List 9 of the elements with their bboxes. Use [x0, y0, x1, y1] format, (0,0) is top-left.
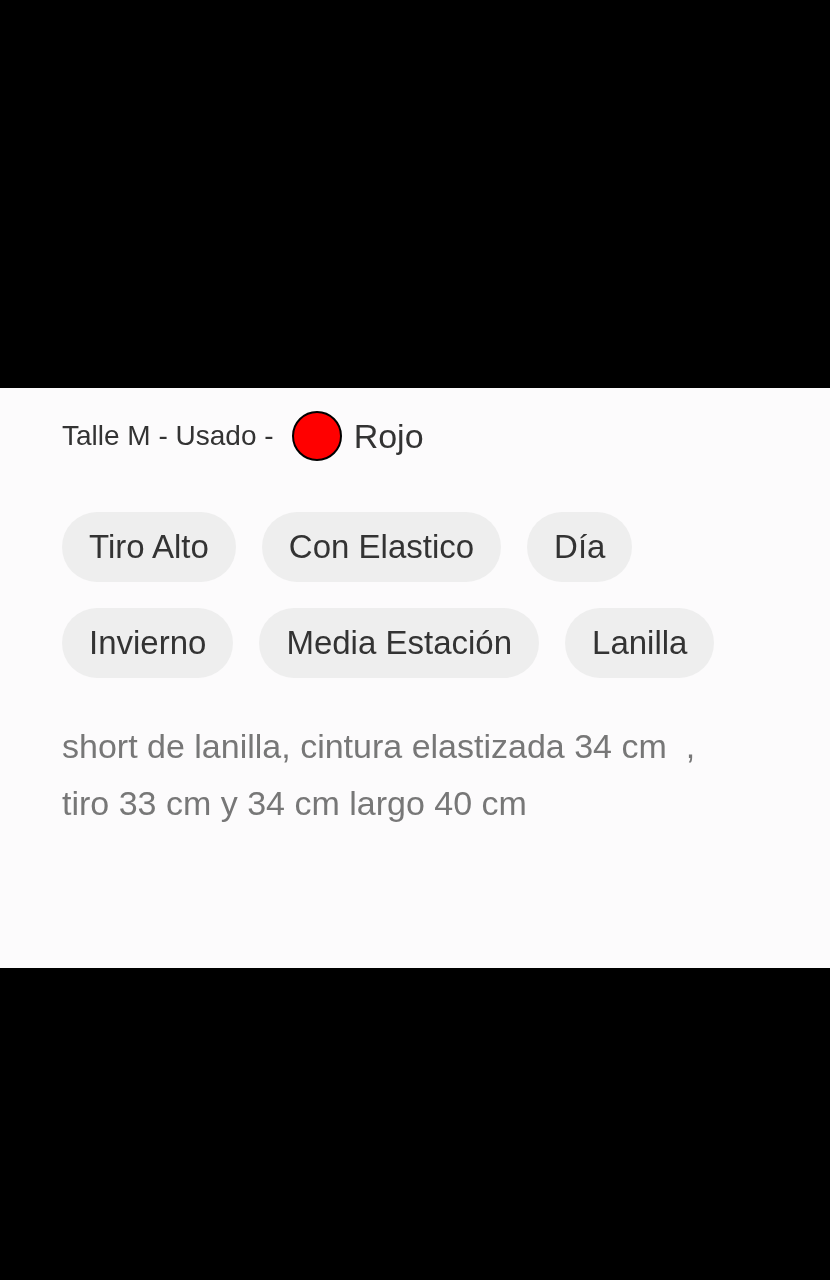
tag-chip: Con Elastico: [261, 512, 502, 582]
color-name: Rojo: [353, 415, 424, 457]
description-text: short de lanilla, cintura elastizada 34 cm , tiro 33 cm y 34 cm largo 40 cm: [62, 726, 697, 824]
tag-chip: Invierno: [62, 608, 234, 678]
size-condition-text: Talle M - Usado -: [62, 419, 274, 453]
tag-chip: Día: [527, 512, 633, 582]
tag-chip: Lanilla: [565, 608, 715, 678]
tag-chip: Tiro Alto: [62, 512, 236, 582]
tag-chip: Media Estación: [259, 608, 540, 678]
